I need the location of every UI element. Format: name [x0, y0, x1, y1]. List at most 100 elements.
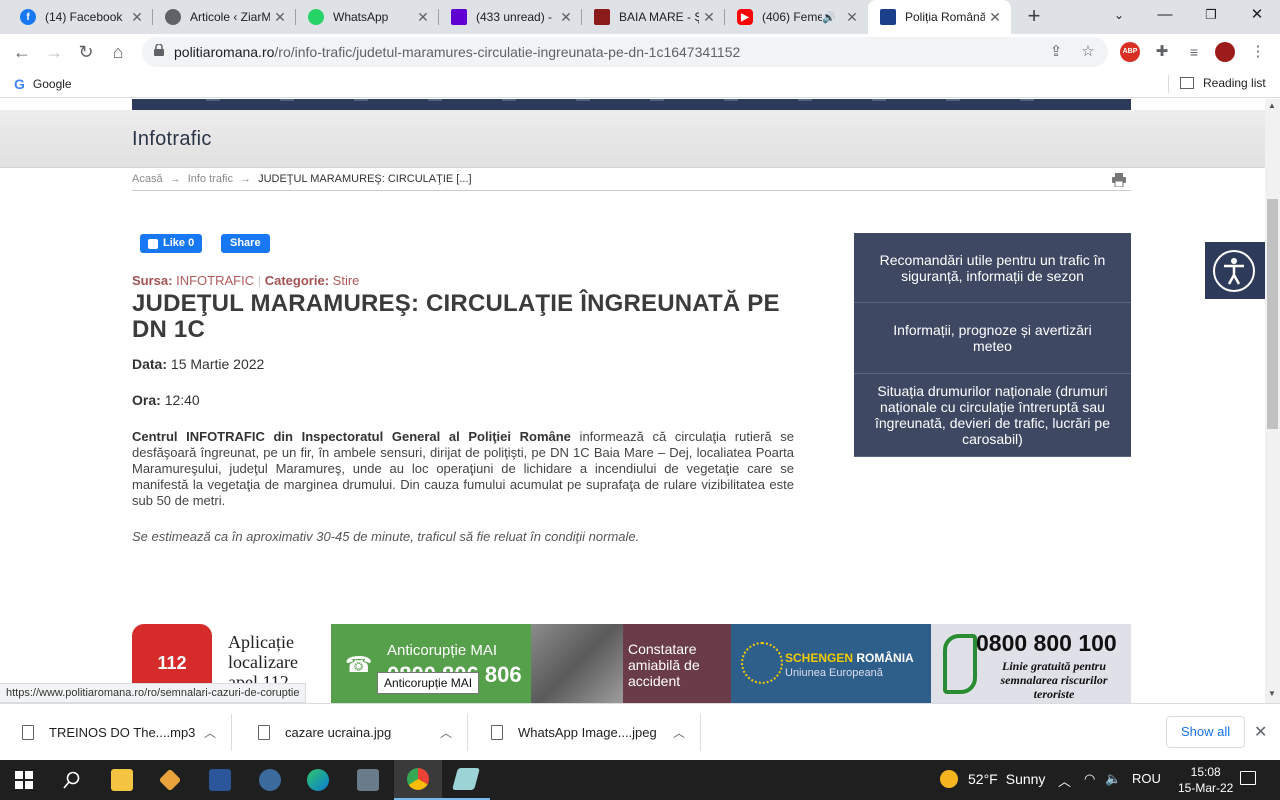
close-icon[interactable]: ✕: [270, 9, 290, 26]
tab-title: Poliția Română: [905, 10, 985, 24]
search-button[interactable]: [48, 760, 96, 800]
tab-youtube[interactable]: ▶ (406) Feme 🔊 ✕: [725, 0, 868, 34]
chevron-up-icon[interactable]: ︿: [673, 724, 685, 741]
home-button[interactable]: ⌂: [104, 38, 132, 66]
scroll-down-icon[interactable]: ▼: [1268, 689, 1276, 698]
edge-icon: [307, 769, 329, 791]
tab-title: (406) Feme: [762, 10, 823, 24]
source-value[interactable]: INFOTRAFIC: [176, 273, 254, 288]
taskbar-app[interactable]: [442, 760, 490, 800]
category-value[interactable]: Stire: [333, 273, 360, 288]
forward-button[interactable]: →: [40, 38, 68, 66]
close-icon[interactable]: ✕: [985, 9, 1005, 26]
taskbar-word[interactable]: [196, 760, 244, 800]
notification-icon[interactable]: [1240, 771, 1256, 785]
print-icon[interactable]: [1112, 173, 1126, 187]
media-control-icon[interactable]: ≡: [1184, 42, 1204, 62]
scrollbar-thumb[interactable]: [1267, 199, 1278, 429]
reading-list-button[interactable]: Reading list: [1180, 76, 1266, 90]
tab-baia-mare[interactable]: BAIA MARE - Ș ✕: [582, 0, 725, 34]
address-bar[interactable]: politiaromana.ro/ro/info-trafic/judetul-…: [142, 37, 1108, 67]
close-icon[interactable]: ✕: [556, 9, 576, 26]
lock-icon: [154, 44, 164, 56]
download-item[interactable]: WhatsApp Image....jpeg ︿: [469, 704, 701, 761]
taskbar-chrome[interactable]: [394, 760, 442, 800]
weather-description: Sunny: [1005, 771, 1046, 787]
url-text: politiaromana.ro/ro/info-trafic/judetul-…: [174, 44, 741, 60]
close-icon[interactable]: ✕: [1254, 722, 1267, 742]
chevron-up-icon[interactable]: ︿: [1058, 771, 1071, 790]
menu-kebab-icon[interactable]: ⋮: [1248, 42, 1268, 62]
taskbar-calculator[interactable]: [344, 760, 392, 800]
profile-avatar[interactable]: [1215, 42, 1235, 62]
chevron-up-icon[interactable]: ︿: [440, 724, 452, 741]
close-icon[interactable]: ✕: [699, 9, 719, 26]
volume-icon[interactable]: 🔈: [1105, 771, 1121, 787]
search-icon: [63, 771, 80, 789]
accessibility-button[interactable]: [1205, 242, 1265, 299]
language-indicator[interactable]: ROU: [1132, 771, 1161, 786]
taskbar-kbs[interactable]: [246, 760, 294, 800]
new-tab-button[interactable]: +: [1022, 5, 1046, 29]
category-label: Categorie:: [264, 273, 330, 288]
taskbar-file-explorer[interactable]: [98, 760, 146, 800]
taskbar-clock[interactable]: 15:08 15-Mar-22: [1178, 764, 1233, 796]
share-icon[interactable]: ⇪: [1046, 42, 1066, 62]
tab-facebook[interactable]: f (14) Facebook ✕: [8, 0, 153, 34]
weather-temperature: 52°F: [968, 771, 998, 787]
banner-schengen[interactable]: SCHENGEN ROMÂNIA Uniunea Europeană: [731, 624, 931, 703]
tab-title: WhatsApp: [333, 10, 389, 24]
restore-button[interactable]: ❐: [1188, 0, 1234, 34]
facebook-like-button[interactable]: Like 0: [140, 234, 203, 253]
tab-yahoo-mail[interactable]: (433 unread) - ✕: [439, 0, 582, 34]
download-name: WhatsApp Image....jpeg: [518, 725, 657, 740]
breadcrumb-info-trafic[interactable]: Info trafic: [188, 173, 233, 185]
tab-articole[interactable]: Articole ‹ ZiarM ✕: [153, 0, 296, 34]
chevron-up-icon[interactable]: ︿: [204, 724, 216, 741]
banner-linie-terorism[interactable]: 0800 800 100 Linie gratuită pentru semna…: [931, 624, 1131, 703]
wifi-icon[interactable]: ◠: [1084, 771, 1095, 787]
tab-whatsapp[interactable]: WhatsApp ✕: [296, 0, 439, 34]
reload-button[interactable]: ↻: [72, 38, 100, 66]
breadcrumb-home[interactable]: Acasă: [132, 173, 163, 185]
close-icon[interactable]: ✕: [127, 9, 147, 26]
reading-list-icon: [1180, 77, 1194, 89]
browser-toolbar: ← → ↻ ⌂ politiaromana.ro/ro/info-trafic/…: [0, 34, 1280, 70]
weather-widget[interactable]: 52°F Sunny: [940, 770, 1045, 788]
download-item[interactable]: TREINOS DO The....mp3 ︿: [0, 704, 232, 761]
adblock-plus-icon[interactable]: ABP: [1120, 42, 1140, 62]
time-value: 12:40: [164, 392, 200, 408]
banner-constatare-amiabila[interactable]: Constatare amiabilă de accident: [531, 624, 731, 703]
sidebar-link-meteo[interactable]: Informații, prognoze și avertizări meteo: [854, 303, 1131, 374]
telephone-icon: [943, 634, 977, 694]
top-nav-strip: [132, 99, 1131, 110]
extensions-puzzle-icon[interactable]: ✚: [1152, 42, 1172, 62]
close-icon[interactable]: ✕: [842, 9, 862, 26]
start-button[interactable]: [0, 760, 48, 800]
constatare-text: Constatare amiabilă de accident: [628, 641, 700, 689]
taskbar-edge[interactable]: [294, 760, 342, 800]
back-button[interactable]: ←: [8, 38, 36, 66]
show-all-downloads-button[interactable]: Show all: [1166, 716, 1246, 748]
tab-search-icon[interactable]: ⌄: [1096, 0, 1142, 34]
sidebar-link-drumuri[interactable]: Situația drumurilor naționale (drumuri n…: [854, 374, 1131, 457]
facebook-share-button[interactable]: Share: [221, 234, 270, 253]
taskbar-app-pen[interactable]: [146, 760, 194, 800]
close-icon[interactable]: ✕: [413, 9, 433, 26]
calculator-icon: [357, 769, 379, 791]
download-item[interactable]: cazare ucraina.jpg ︿: [236, 704, 468, 761]
article-meta: Sursa: INFOTRAFIC | Categorie: Stire: [132, 273, 360, 288]
tab-politia-romana[interactable]: Poliția Română ✕: [868, 0, 1011, 34]
scroll-up-icon[interactable]: ▲: [1268, 101, 1276, 110]
vertical-scrollbar[interactable]: ▲ ▼: [1265, 99, 1280, 703]
article-estimate: Se estimează ca în aproximativ 30-45 de …: [132, 529, 640, 544]
minimize-button[interactable]: —: [1142, 0, 1188, 34]
breadcrumb-separator: →: [169, 173, 181, 185]
speaker-icon[interactable]: 🔊: [822, 11, 836, 24]
sidebar-link-recomandari[interactable]: Recomandări utile pentru un trafic în si…: [854, 233, 1131, 303]
pen-icon: [158, 768, 182, 792]
bookmark-star-icon[interactable]: ☆: [1078, 42, 1098, 62]
window-close-button[interactable]: ✕: [1234, 0, 1280, 34]
bookmark-google[interactable]: G Google: [14, 76, 72, 92]
article-time: Ora: 12:40: [132, 392, 200, 408]
